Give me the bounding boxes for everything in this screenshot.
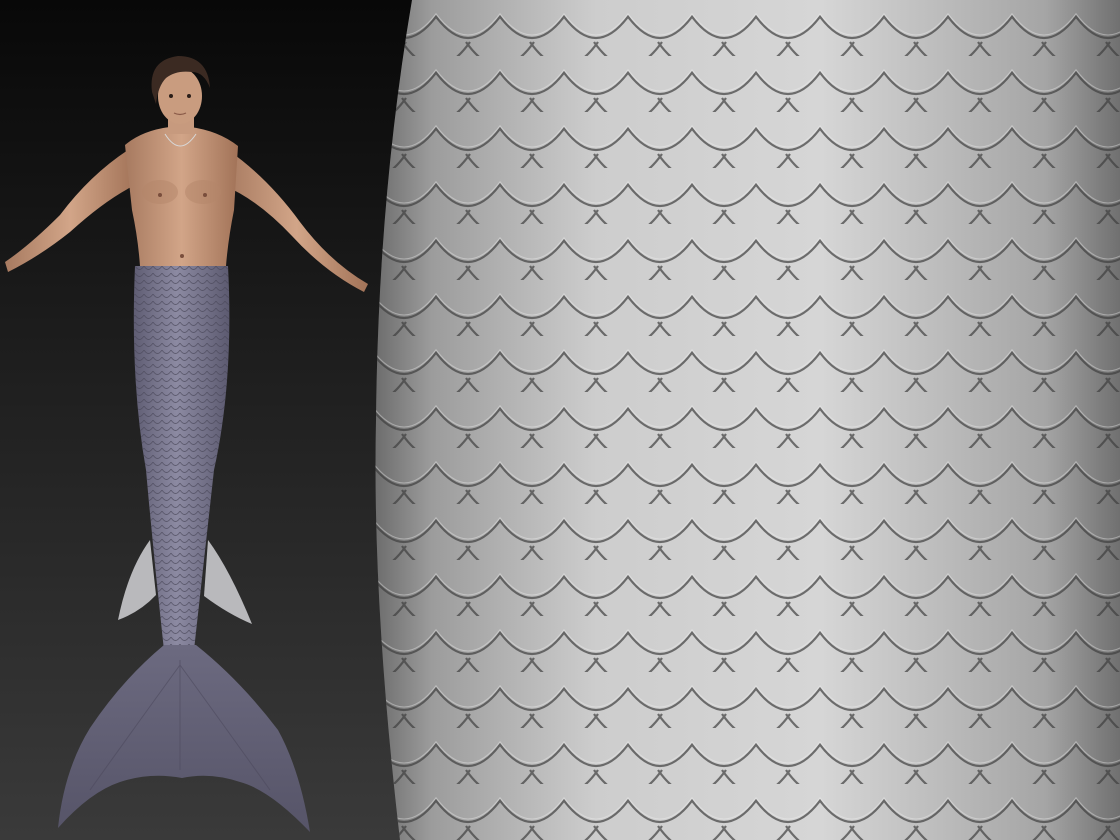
mermaid-figure	[5, 56, 368, 832]
side-fin-left	[118, 540, 156, 620]
torso	[125, 126, 238, 266]
side-fin-right	[204, 540, 252, 624]
tail-fluke	[58, 645, 310, 832]
scale-surface	[375, 0, 1120, 840]
left-arm	[5, 150, 135, 272]
right-arm	[225, 150, 368, 292]
scale-closeup-view[interactable]	[372, 0, 1120, 840]
3d-viewport[interactable]	[0, 0, 1120, 840]
mermaid-model-view[interactable]	[0, 0, 385, 840]
